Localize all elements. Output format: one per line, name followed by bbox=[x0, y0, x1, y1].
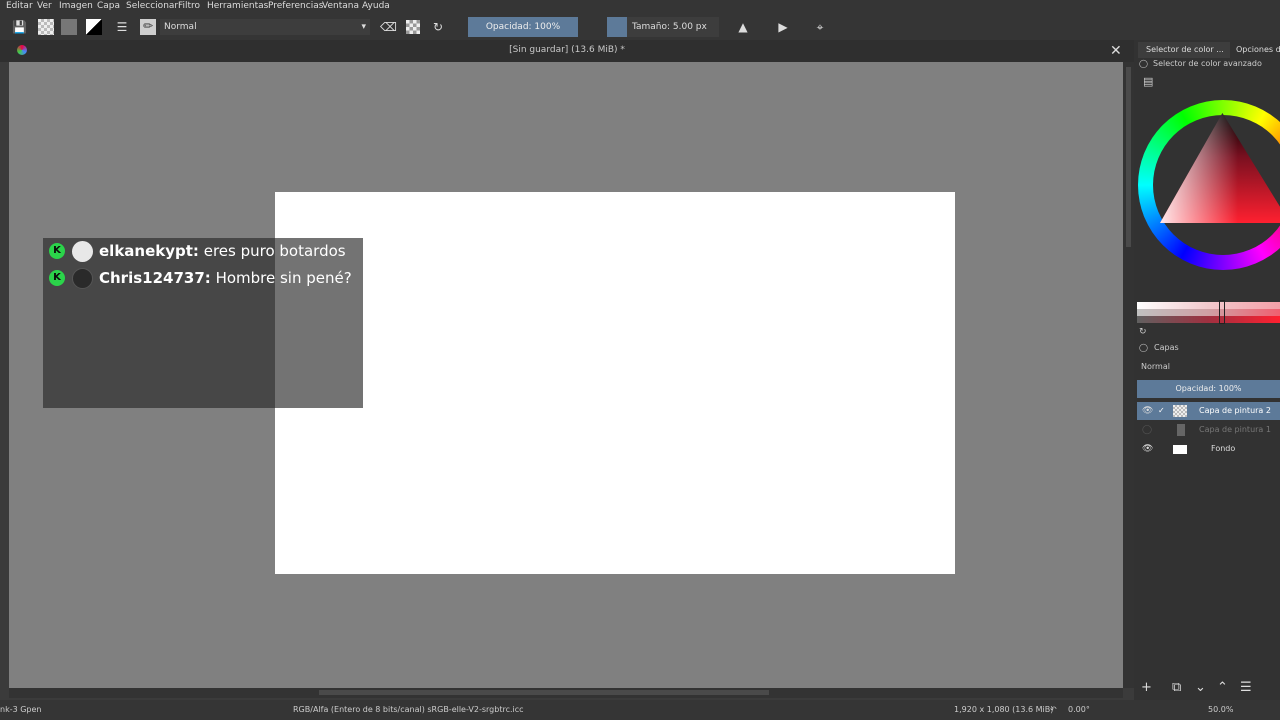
docker-float-icon[interactable]: ◯ bbox=[1139, 343, 1148, 352]
fill-pattern-icon[interactable] bbox=[38, 19, 54, 35]
layer-thumbnail bbox=[1177, 424, 1185, 436]
rotation-icon[interactable]: ↶ bbox=[1050, 705, 1057, 714]
menu-bar: Editar Ver Imagen Capa Seleccionar Filtr… bbox=[0, 0, 1280, 14]
size-swatch bbox=[607, 17, 627, 37]
layers-blend-mode[interactable]: Normal bbox=[1141, 362, 1170, 371]
close-icon[interactable]: ✕ bbox=[1110, 43, 1122, 59]
layer-properties-icon[interactable]: ☰ bbox=[1240, 680, 1252, 695]
status-brush: nk-3 Gpen bbox=[0, 705, 42, 714]
menu-preferencias[interactable]: Preferencias bbox=[268, 1, 323, 11]
size-label: Tamaño: 5.00 px bbox=[632, 22, 707, 32]
color-selector-title: Selector de color avanzado bbox=[1153, 59, 1262, 68]
chat-message: K Chris124737: Hombre sin pené? bbox=[43, 266, 363, 290]
layer-row[interactable]: 👁 Fondo bbox=[1137, 440, 1280, 458]
chat-message: K elkanekypt: eres puro botardos bbox=[43, 239, 363, 263]
add-layer-icon[interactable]: + bbox=[1141, 680, 1152, 695]
horizontal-scrollbar[interactable] bbox=[9, 688, 1123, 698]
vertical-scrollbar[interactable] bbox=[1123, 62, 1134, 688]
eye-icon[interactable]: 👁 bbox=[1142, 440, 1153, 458]
layer-row[interactable]: ◯ Capa de pintura 1 bbox=[1137, 421, 1280, 439]
tab-color-selector[interactable]: Selector de color ... bbox=[1138, 42, 1230, 58]
menu-ver[interactable]: Ver bbox=[37, 1, 52, 11]
menu-imagen[interactable]: Imagen bbox=[59, 1, 93, 11]
status-zoom[interactable]: 50.0% bbox=[1208, 705, 1233, 714]
opacity-label: Opacidad: 100% bbox=[485, 22, 561, 32]
reload-icon[interactable]: ↻ bbox=[431, 20, 445, 34]
chevron-down-icon: ▾ bbox=[361, 22, 366, 32]
layer-name: Capa de pintura 1 bbox=[1199, 425, 1271, 434]
toolbar: 💾 ☰ ✏ Normal ▾ ⌫ ↻ Opacidad: 100% Tamaño… bbox=[0, 14, 1280, 40]
layers-opacity-label: Opacidad: 100% bbox=[1175, 384, 1242, 393]
tab-tool-options[interactable]: Opciones de bbox=[1232, 42, 1280, 58]
chat-text: Hombre sin pené? bbox=[215, 269, 352, 287]
eraser-icon[interactable]: ⌫ bbox=[380, 20, 397, 34]
reset-color-icon[interactable]: ↻ bbox=[1139, 327, 1147, 337]
menu-ayuda[interactable]: Ayuda bbox=[362, 1, 390, 11]
chat-username: Chris124737: bbox=[99, 269, 211, 287]
avatar bbox=[72, 268, 93, 289]
brush-preset-icon[interactable]: ✏ bbox=[140, 19, 156, 35]
status-bar: nk-3 Gpen RGB/Alfa (Entero de 8 bits/can… bbox=[0, 700, 1280, 720]
kick-badge-icon: K bbox=[49, 270, 65, 286]
layer-row[interactable]: 👁 ✓ Capa de pintura 2 bbox=[1137, 402, 1280, 420]
mirror-vertical-icon[interactable]: ▶ bbox=[776, 20, 790, 34]
layer-thumbnail bbox=[1173, 445, 1187, 454]
layer-thumbnail bbox=[1173, 405, 1187, 417]
save-icon[interactable]: 💾 bbox=[12, 20, 27, 34]
size-slider[interactable]: Tamaño: 5.00 px bbox=[607, 17, 719, 37]
eye-icon[interactable]: 👁 bbox=[1142, 402, 1153, 420]
eye-closed-icon[interactable]: ◯ bbox=[1142, 421, 1152, 439]
menu-capa[interactable]: Capa bbox=[97, 1, 120, 11]
crop-icon[interactable]: ⌖ bbox=[813, 20, 827, 34]
status-image-size: 1,920 x 1,080 (13.6 MiB) bbox=[954, 705, 1054, 714]
scroll-thumb[interactable] bbox=[1126, 67, 1131, 247]
slider-handle[interactable] bbox=[1219, 300, 1225, 324]
color-slider[interactable] bbox=[1137, 309, 1280, 316]
layer-name: Capa de pintura 2 bbox=[1199, 406, 1271, 415]
blend-mode-select[interactable]: Normal ▾ bbox=[160, 19, 370, 35]
check-icon[interactable]: ✓ bbox=[1158, 402, 1165, 420]
move-down-icon[interactable]: ⌄ bbox=[1195, 680, 1206, 695]
duplicate-layer-icon[interactable]: ⧉ bbox=[1172, 680, 1181, 695]
menu-editar[interactable]: Editar bbox=[6, 1, 33, 11]
opacity-slider[interactable]: Opacidad: 100% bbox=[468, 17, 578, 37]
layers-title: Capas bbox=[1154, 343, 1179, 352]
move-up-icon[interactable]: ⌃ bbox=[1217, 680, 1228, 695]
alpha-lock-icon[interactable] bbox=[406, 20, 420, 34]
blend-mode-value: Normal bbox=[164, 22, 197, 32]
settings-icon[interactable]: ▤ bbox=[1143, 75, 1153, 88]
chat-overlay: K elkanekypt: eres puro botardos K Chris… bbox=[43, 238, 363, 408]
fg-bg-color-icon[interactable] bbox=[86, 19, 102, 35]
brush-settings-icon[interactable]: ☰ bbox=[115, 20, 129, 34]
menu-seleccionar[interactable]: Seleccionar bbox=[126, 1, 178, 11]
mirror-horizontal-icon[interactable]: ▲ bbox=[736, 20, 750, 34]
kick-badge-icon: K bbox=[49, 243, 65, 259]
docker-float-icon[interactable]: ◯ bbox=[1139, 59, 1148, 68]
menu-herramientas[interactable]: Herramientas bbox=[207, 1, 268, 11]
status-rotation[interactable]: 0.00° bbox=[1068, 705, 1090, 714]
gradient-icon[interactable] bbox=[61, 19, 77, 35]
layers-opacity-slider[interactable]: Opacidad: 100% bbox=[1137, 380, 1280, 398]
canvas-paper[interactable] bbox=[275, 192, 955, 574]
color-slider[interactable] bbox=[1137, 316, 1280, 323]
menu-ventana[interactable]: Ventana bbox=[322, 1, 359, 11]
avatar bbox=[72, 241, 93, 262]
document-tab[interactable]: [Sin guardar] (13.6 MiB) * ✕ bbox=[0, 40, 1134, 62]
chat-username: elkanekypt: bbox=[99, 242, 199, 260]
color-slider[interactable] bbox=[1137, 302, 1280, 309]
menu-filtro[interactable]: Filtro bbox=[178, 1, 200, 11]
layer-name: Fondo bbox=[1211, 444, 1236, 453]
scroll-thumb[interactable] bbox=[319, 690, 769, 695]
chat-text: eres puro botardos bbox=[203, 242, 346, 260]
status-color-model: RGB/Alfa (Entero de 8 bits/canal) sRGB-e… bbox=[293, 705, 524, 714]
document-title: [Sin guardar] (13.6 MiB) * bbox=[509, 45, 625, 55]
